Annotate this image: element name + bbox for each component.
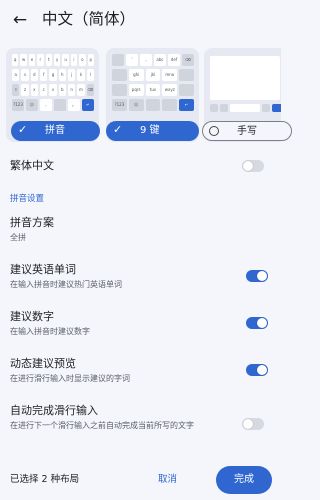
dynamic-preview-title: 动态建议预览 xyxy=(10,357,76,370)
keyboard-preview-key: ☺ xyxy=(128,99,144,111)
keyboard-preview-key: c xyxy=(40,84,48,96)
keyboard-preview-key: ↵ xyxy=(179,99,194,111)
layout-9key-chip[interactable]: ✓ 9 键 xyxy=(106,121,199,141)
layout-handwriting-label: 手写 xyxy=(237,126,257,137)
dynamic-preview-desc: 在进行滑行输入时显示建议的字词 xyxy=(10,374,130,383)
suggest-numbers-toggle[interactable] xyxy=(246,317,268,329)
keyboard-preview-key: ⌫ xyxy=(182,54,194,66)
keyboard-preview-key: , xyxy=(140,54,152,66)
keyboard-preview-key: i xyxy=(70,54,78,66)
keyboard-preview-key: ⌫ xyxy=(86,84,94,96)
keyboard-preview-key: l xyxy=(86,69,94,81)
pinyin-scheme-title[interactable]: 拼音方案 xyxy=(10,216,54,230)
auto-complete-desc: 在进行下一个滑行输入之前自动完成当前所写的文字 xyxy=(10,421,194,430)
keyboard-preview-key: wxyz xyxy=(162,84,178,96)
keyboard-preview-key: g xyxy=(49,69,57,81)
keyboard-preview-key: b xyxy=(58,84,66,96)
traditional-chinese-title: 繁体中文 xyxy=(10,159,54,172)
keyboard-preview-key: j xyxy=(68,69,76,81)
done-button[interactable]: 完成 xyxy=(216,466,272,494)
keyboard-preview-key: v xyxy=(49,84,57,96)
keyboard-preview-key: jkl xyxy=(145,69,161,81)
app-bar: ← 中文（简体） xyxy=(0,0,281,40)
keyboard-preview-key xyxy=(179,84,194,96)
keyboard-preview-key: f xyxy=(40,69,48,81)
section-pinyin-settings: 拼音设置 xyxy=(10,194,45,204)
keyboard-preview-key: ?123 xyxy=(12,99,24,111)
keyboard-preview-key: h xyxy=(58,69,66,81)
keyboard-preview-pinyin: q w e r t y u i o p a s d f g h j k l ⇧ z x c v b n m ⌫ ?123 ☺, 。 ↵ xyxy=(12,54,94,112)
check-icon: ✓ xyxy=(18,123,28,136)
keyboard-preview-key: abc xyxy=(154,54,166,66)
layout-pinyin-label: 拼音 xyxy=(45,125,65,136)
keyboard-preview-key: mno xyxy=(162,69,178,81)
layout-pinyin-chip[interactable]: ✓ 拼音 xyxy=(11,121,100,141)
keyboard-preview-key: w xyxy=(20,54,27,66)
keyboard-preview-key: s xyxy=(21,69,29,81)
keyboard-preview-key: m xyxy=(77,84,85,96)
keyboard-preview-key xyxy=(179,69,194,81)
auto-complete-title: 自动完成滑行输入 xyxy=(10,404,98,417)
suggest-english-title: 建议英语单词 xyxy=(10,263,76,276)
keyboard-preview-key: r xyxy=(37,54,44,66)
keyboard-preview-key xyxy=(112,84,127,96)
keyboard-preview-key: n xyxy=(68,84,76,96)
keyboard-preview-key: p xyxy=(87,54,94,66)
selected-count: 已选择 2 种布局 xyxy=(10,474,80,485)
keyboard-preview-key: 。 xyxy=(68,99,80,111)
keyboard-preview-key: , xyxy=(40,99,52,111)
keyboard-preview-key: x xyxy=(30,84,38,96)
keyboard-preview-key: e xyxy=(28,54,36,66)
radio-icon xyxy=(209,126,219,136)
layout-handwriting-chip[interactable]: 手写 xyxy=(202,121,292,141)
keyboard-preview-key: def xyxy=(168,54,180,66)
keyboard-preview-key: ☺ xyxy=(26,99,38,111)
suggest-numbers-title: 建议数字 xyxy=(10,310,54,323)
keyboard-preview-key xyxy=(112,69,127,81)
keyboard-preview-key: ' xyxy=(126,54,138,66)
auto-complete-toggle[interactable] xyxy=(242,418,264,430)
arrow-left-icon[interactable]: ← xyxy=(10,10,30,30)
cancel-button[interactable]: 取消 xyxy=(158,473,177,487)
pinyin-scheme-value: 全拼 xyxy=(10,233,26,242)
keyboard-preview-key: ?123 xyxy=(112,99,127,111)
keyboard-preview-key: q xyxy=(12,54,19,66)
keyboard-preview-key: pqrs xyxy=(128,84,144,96)
layout-9key-label: 9 键 xyxy=(140,125,160,136)
suggest-english-desc: 在输入拼音时建议热门英语单词 xyxy=(10,280,122,289)
suggest-english-toggle[interactable] xyxy=(246,270,268,282)
keyboard-preview-key: a xyxy=(12,69,20,81)
keyboard-preview-key: t xyxy=(45,54,52,66)
keyboard-preview-key xyxy=(54,99,66,111)
keyboard-preview-9key: ', abc def ⌫ ghi jkl mno pqrs tuv wxyz ?123 ☺ ↵ xyxy=(112,54,194,112)
suggest-numbers-desc: 在输入拼音时建议数字 xyxy=(10,327,90,336)
keyboard-preview-handwriting xyxy=(210,54,281,112)
keyboard-preview-key: o xyxy=(79,54,86,66)
traditional-chinese-toggle[interactable] xyxy=(242,160,264,172)
keyboard-preview-key xyxy=(112,54,124,66)
keyboard-preview-key xyxy=(145,99,161,111)
keyboard-preview-key: ghi xyxy=(128,69,144,81)
keyboard-preview-key: z xyxy=(21,84,29,96)
keyboard-preview-key xyxy=(162,99,178,111)
keyboard-preview-key: ⇧ xyxy=(12,84,20,96)
keyboard-preview-key: ↵ xyxy=(82,99,94,111)
keyboard-preview-key: u xyxy=(62,54,69,66)
keyboard-preview-key: k xyxy=(77,69,85,81)
check-icon: ✓ xyxy=(113,123,123,136)
keyboard-preview-key: d xyxy=(30,69,38,81)
page-title: 中文（简体） xyxy=(42,10,136,28)
dynamic-preview-toggle[interactable] xyxy=(246,364,268,376)
keyboard-preview-key: tuv xyxy=(145,84,161,96)
keyboard-preview-key: y xyxy=(54,54,61,66)
